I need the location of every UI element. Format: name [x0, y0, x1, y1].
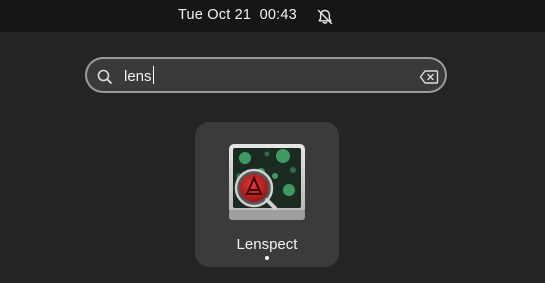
top-bar: Tue Oct 21 00:43: [0, 0, 545, 32]
search-icon: [96, 68, 114, 86]
search-input[interactable]: lens: [124, 66, 155, 86]
bell-muted-icon[interactable]: [316, 8, 334, 26]
app-name: Lenspect: [236, 236, 298, 253]
lenspect-app-icon: [227, 142, 307, 222]
clear-text-icon[interactable]: [419, 69, 439, 85]
text-caret: [152, 66, 155, 84]
running-indicator: [265, 256, 269, 260]
clock[interactable]: Tue Oct 21 00:43: [178, 7, 297, 23]
search-query: lens: [124, 68, 152, 85]
